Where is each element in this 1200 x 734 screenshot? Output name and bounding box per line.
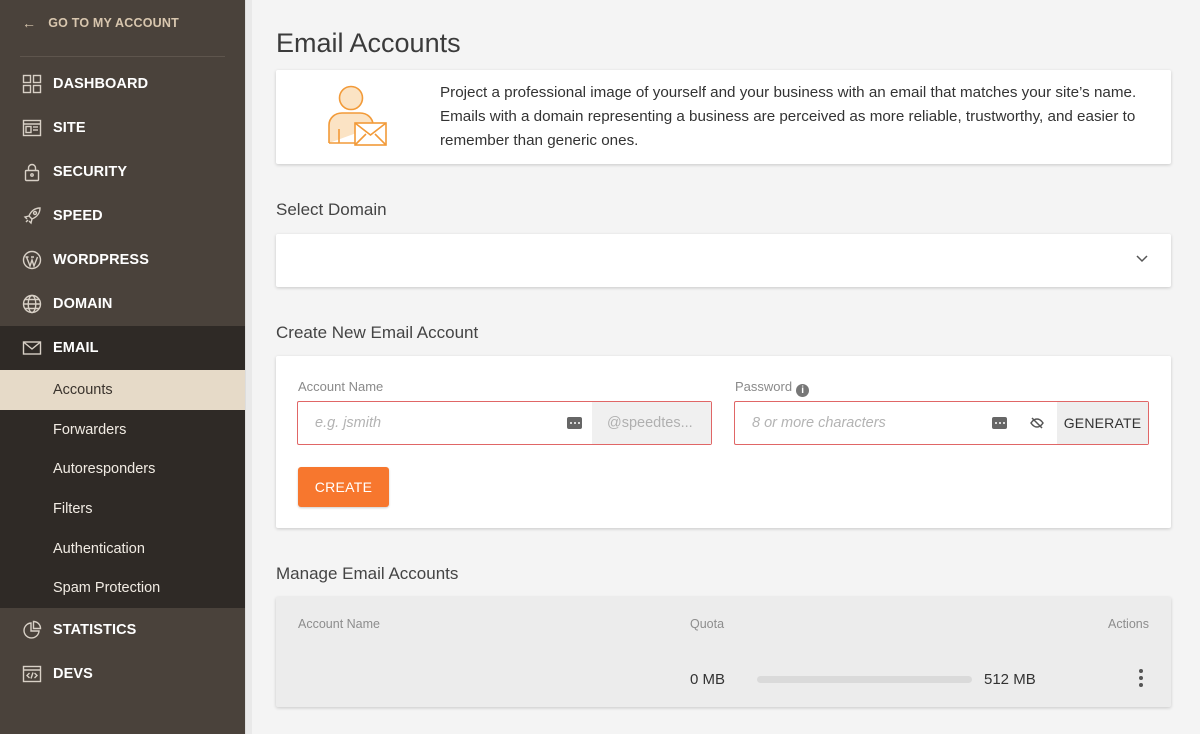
password-manager-icon[interactable] xyxy=(992,417,1007,429)
nav-dashboard[interactable]: DASHBOARD xyxy=(0,62,245,106)
nav-wordpress-label: WORDPRESS xyxy=(53,252,149,268)
subnav-spam-protection[interactable]: Spam Protection xyxy=(0,568,245,608)
quota-used: 0 MB xyxy=(690,671,726,688)
password-manager-icon[interactable] xyxy=(567,417,582,429)
wordpress-icon xyxy=(22,250,42,270)
select-domain-title: Select Domain xyxy=(276,200,387,219)
site-icon xyxy=(22,118,42,138)
column-header-quota: Quota xyxy=(690,617,725,631)
password-input[interactable]: 8 or more characters xyxy=(735,402,992,444)
subnav-accounts[interactable]: Accounts xyxy=(0,370,245,410)
go-to-account-link[interactable]: ← GO TO MY ACCOUNT xyxy=(0,0,245,46)
nav-domain[interactable]: DOMAIN xyxy=(0,282,245,326)
generate-button[interactable]: GENERATE xyxy=(1057,402,1148,444)
envelope-icon xyxy=(22,338,42,358)
create-button[interactable]: CREATE xyxy=(298,467,389,507)
nav-statistics[interactable]: STATISTICS xyxy=(0,608,245,652)
kebab-menu-icon[interactable] xyxy=(1139,669,1143,687)
pie-chart-icon xyxy=(22,620,42,640)
info-icon[interactable]: i xyxy=(796,384,810,397)
password-label-text: Password xyxy=(735,379,793,394)
divider xyxy=(20,56,225,57)
accounts-table: Account Name Quota Actions 0 MB 512 MB xyxy=(276,597,1171,707)
dashboard-icon xyxy=(22,74,42,94)
nav-devs-label: DEVS xyxy=(53,666,93,683)
intro-text: Project a professional image of yourself… xyxy=(440,84,1137,149)
nav-security-label: SECURITY xyxy=(53,164,128,180)
create-account-title: Create New Email Account xyxy=(276,323,479,342)
create-account-card: Account Name e.g. jsmith @speedtes... Pa… xyxy=(276,356,1171,528)
nav-speed[interactable]: SPEED xyxy=(0,194,245,238)
person-envelope-icon xyxy=(276,83,440,151)
nav-site[interactable]: SITE xyxy=(0,106,245,150)
chevron-down-icon xyxy=(1136,255,1148,263)
domain-suffix: @speedtes... xyxy=(592,402,711,444)
password-field: 8 or more characters GENERATE xyxy=(734,401,1149,445)
go-to-account-label: GO TO MY ACCOUNT xyxy=(48,16,179,30)
nav-wordpress[interactable]: WORDPRESS xyxy=(0,238,245,282)
account-name-input[interactable]: e.g. jsmith xyxy=(298,402,567,444)
account-name-field: e.g. jsmith @speedtes... xyxy=(297,401,712,445)
password-label: Password i xyxy=(735,379,810,397)
nav-dashboard-label: DASHBOARD xyxy=(53,76,149,92)
domain-select[interactable] xyxy=(276,234,1171,287)
subnav-authentication[interactable]: Authentication xyxy=(0,529,245,569)
quota-bar xyxy=(757,676,972,683)
sidebar-scrollbar[interactable] xyxy=(245,0,252,734)
eye-slash-icon[interactable] xyxy=(1017,417,1057,429)
manage-accounts-title: Manage Email Accounts xyxy=(276,564,459,583)
page-title: Email Accounts xyxy=(276,28,461,58)
globe-icon xyxy=(22,294,42,314)
column-header-actions: Actions xyxy=(1108,617,1149,631)
lock-icon xyxy=(22,162,42,182)
nav-email-label: EMAIL xyxy=(53,340,99,356)
nav-domain-label: DOMAIN xyxy=(53,296,113,312)
arrow-left-icon: ← xyxy=(22,15,37,31)
account-name-label: Account Name xyxy=(298,379,384,394)
quota-total: 512 MB xyxy=(984,671,1036,688)
sidebar: ← GO TO MY ACCOUNT DASHBOARD SITE SECURI… xyxy=(0,0,245,734)
nav-email[interactable]: EMAIL xyxy=(0,326,245,370)
code-icon xyxy=(22,664,42,684)
nav-devs[interactable]: DEVS xyxy=(0,652,245,696)
email-subnav: Accounts Forwarders Autoresponders Filte… xyxy=(0,370,245,609)
nav-site-label: SITE xyxy=(53,120,86,136)
column-header-account-name: Account Name xyxy=(298,617,380,631)
subnav-autoresponders[interactable]: Autoresponders xyxy=(0,449,245,489)
subnav-filters[interactable]: Filters xyxy=(0,489,245,529)
rocket-icon xyxy=(22,206,42,226)
nav-speed-label: SPEED xyxy=(53,208,103,224)
nav-security[interactable]: SECURITY xyxy=(0,150,245,194)
subnav-forwarders[interactable]: Forwarders xyxy=(0,410,245,450)
intro-card: Project a professional image of yourself… xyxy=(276,70,1171,164)
nav-statistics-label: STATISTICS xyxy=(53,622,137,639)
